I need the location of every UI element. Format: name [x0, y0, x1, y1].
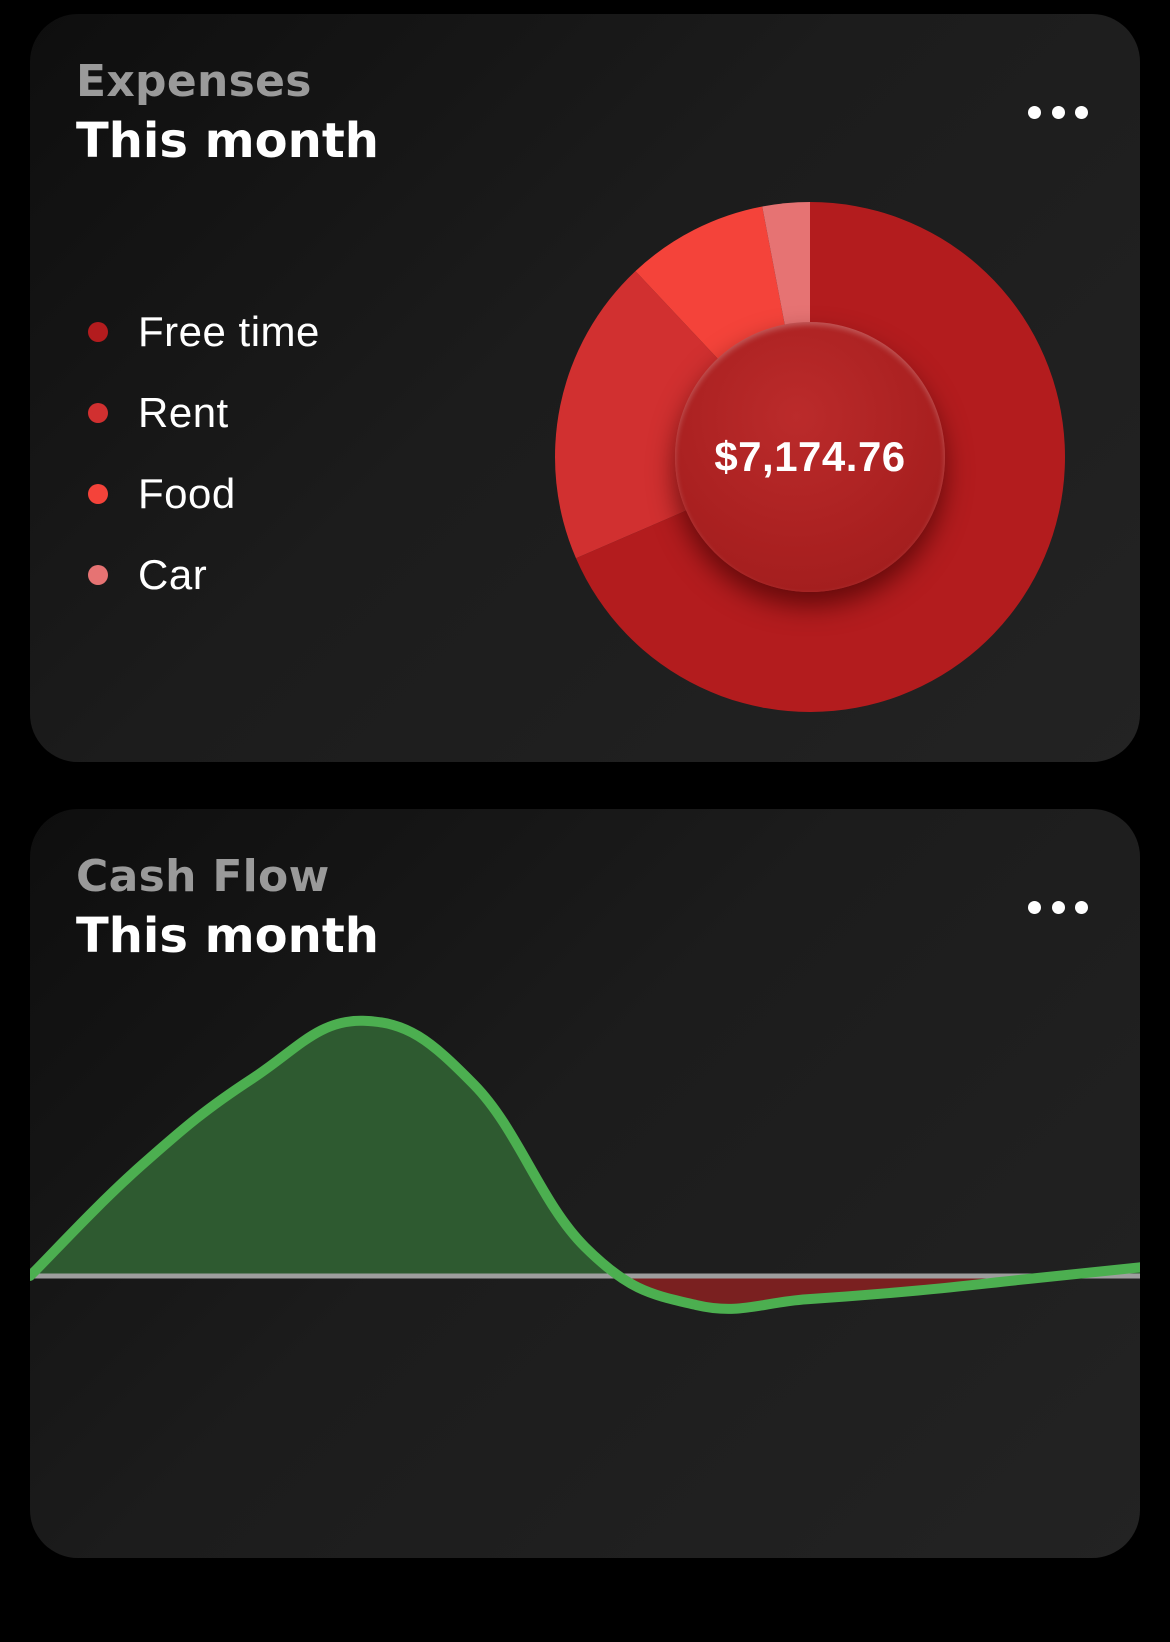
positive-area: [30, 1020, 1140, 1276]
card-subtitle: This month: [76, 908, 379, 964]
total-amount: $7,174.76: [714, 433, 906, 480]
ellipsis-icon: [1051, 900, 1065, 914]
donut-center: $7,174.76: [675, 322, 945, 592]
ellipsis-icon: [1028, 900, 1041, 914]
donut-chart: [555, 202, 1066, 712]
ellipsis-icon: [1075, 900, 1088, 914]
expenses-card: Expenses This month Free time Rent Food Car…: [30, 14, 1140, 762]
more-options-button[interactable]: [1028, 889, 1088, 925]
card-title: Cash Flow: [76, 851, 330, 902]
cashflow-card: Cash Flow This month: [30, 809, 1140, 1558]
